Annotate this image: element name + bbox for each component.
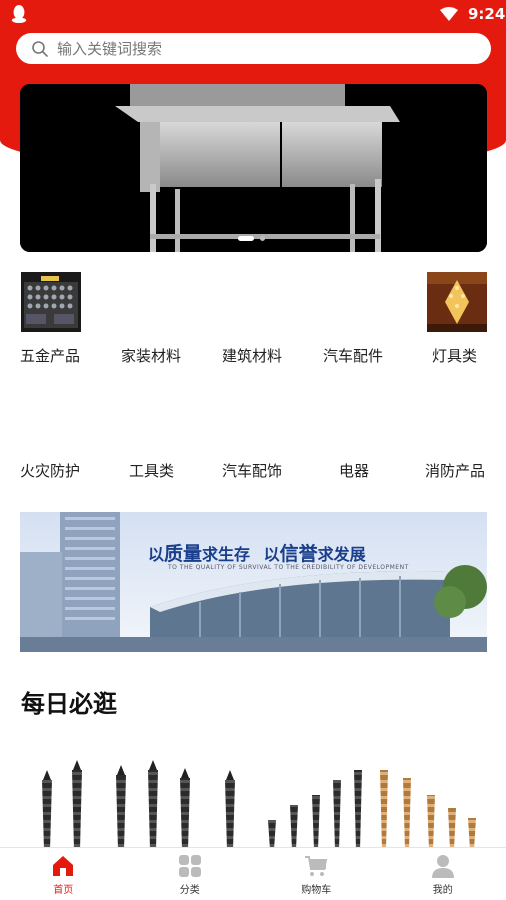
tab-category[interactable]: 分类 (127, 848, 254, 900)
promo-building-image (20, 512, 487, 652)
tab-category-label: 分类 (179, 885, 200, 896)
banner-carousel[interactable] (20, 84, 487, 252)
search-placeholder: 输入关键词搜索 (57, 40, 163, 58)
status-bar: 9:24 (0, 0, 506, 28)
category-home-decor[interactable]: 家装材料 (121, 345, 181, 366)
category-grid-icon (178, 855, 201, 877)
tab-home[interactable]: 首页 (0, 848, 127, 900)
category-auto-parts[interactable]: 汽车配件 (323, 345, 383, 366)
sink-table-image (20, 84, 487, 252)
wifi-icon (440, 7, 458, 21)
category-fire-protection[interactable]: 火灾防护 (20, 460, 80, 481)
category-tools[interactable]: 工具类 (129, 460, 174, 481)
pagination-dot-active[interactable] (238, 236, 254, 241)
screws-product-image (20, 740, 487, 850)
promo-subtitle: TO THE QUALITY OF SURVIVAL TO THE CREDIB… (168, 564, 409, 571)
daily-product-list[interactable] (20, 740, 487, 850)
category-electrical[interactable]: 电器 (339, 460, 369, 481)
pagination-dot[interactable] (260, 236, 265, 241)
category-lamps[interactable]: 灯具类 (432, 345, 477, 366)
section-title: 每日必逛 (21, 690, 117, 718)
category-hardware[interactable]: 五金产品 (20, 345, 80, 366)
status-time: 9:24 (468, 5, 506, 23)
qq-icon (11, 5, 27, 23)
bottom-tab-bar: 首页 分类 购物车 我的 (0, 847, 506, 900)
hardware-thumbnail[interactable] (21, 272, 81, 332)
tab-cart-label: 购物车 (301, 885, 332, 896)
shopping-cart-icon (305, 856, 328, 876)
search-icon (32, 40, 48, 57)
tab-home-label: 首页 (53, 885, 74, 896)
tab-cart[interactable]: 购物车 (253, 848, 380, 900)
category-car-accessories[interactable]: 汽车配饰 (222, 460, 282, 481)
search-input[interactable]: 输入关键词搜索 (16, 33, 491, 64)
category-building-materials[interactable]: 建筑材料 (222, 345, 282, 366)
home-icon (53, 856, 74, 876)
promo-banner[interactable]: 以质量求生存 以信誉求发展 TO THE QUALITY OF SURVIVAL… (20, 512, 487, 652)
user-icon (431, 855, 454, 878)
banner-pagination (238, 236, 265, 241)
tab-mine[interactable]: 我的 (380, 848, 506, 900)
lamp-thumbnail[interactable] (427, 272, 487, 332)
category-fire-products[interactable]: 消防产品 (425, 460, 485, 481)
tab-mine-label: 我的 (432, 885, 453, 896)
promo-headline: 以质量求生存 以信誉求发展 (148, 543, 366, 565)
